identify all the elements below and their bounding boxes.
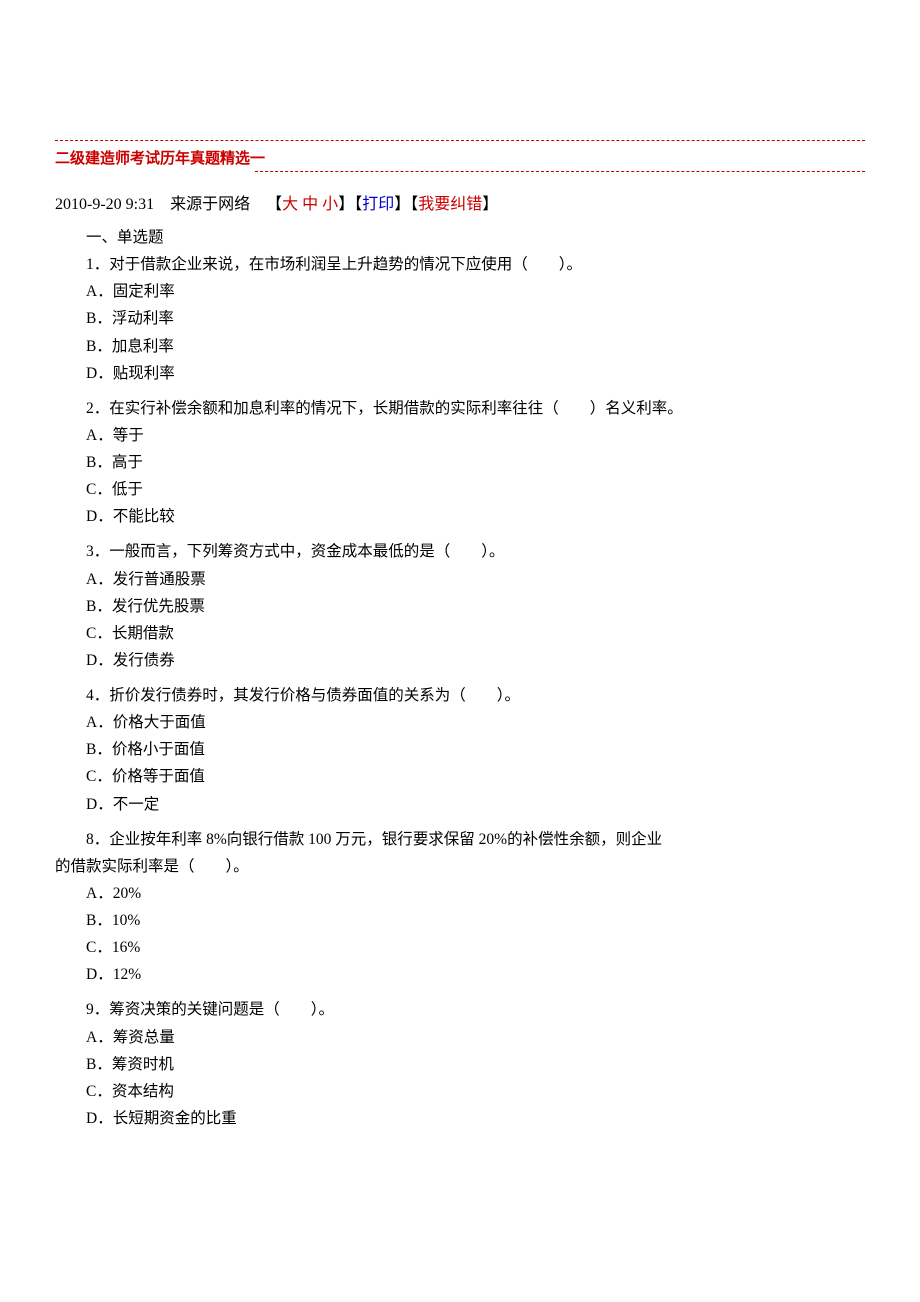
question-stem: 3．一般而言，下列筹资方式中，资金成本最低的是（ ）。: [55, 538, 865, 565]
correction-link[interactable]: 我要纠错: [418, 196, 482, 213]
question-option: D．12%: [55, 961, 865, 988]
font-size-group: 【大 中 小】: [266, 196, 354, 213]
question-stem-cont: 的借款实际利率是（ ）。: [55, 853, 865, 880]
question-stem: 2．在实行补偿余额和加息利率的情况下，长期借款的实际利率往往（ ）名义利率。: [55, 395, 865, 422]
meta-source: 来源于网络: [170, 196, 250, 213]
question-option: C．价格等于面值: [55, 763, 865, 790]
question-option: A．等于: [55, 422, 865, 449]
title-block: 二级建造师考试历年真题精选一: [55, 140, 865, 172]
question-option: A．价格大于面值: [55, 709, 865, 736]
question-option: C．资本结构: [55, 1078, 865, 1105]
question-option: C．低于: [55, 476, 865, 503]
font-size-large[interactable]: 大: [282, 196, 298, 213]
question-stem: 9．筹资决策的关键问题是（ ）。: [55, 996, 865, 1023]
question-option: B．高于: [55, 449, 865, 476]
section-heading: 一、单选题: [55, 224, 865, 251]
font-size-medium[interactable]: 中: [302, 196, 318, 213]
correction-group: 【我要纠错】: [410, 196, 498, 213]
question-option: A．发行普通股票: [55, 566, 865, 593]
question-stem: 8．企业按年利率 8%向银行借款 100 万元，银行要求保留 20%的补偿性余额…: [55, 826, 865, 853]
question-option: A．20%: [55, 880, 865, 907]
question-option: C．长期借款: [55, 620, 865, 647]
question-stem: 1．对于借款企业来说，在市场利润呈上升趋势的情况下应使用（ ）。: [55, 251, 865, 278]
question-option: D．不能比较: [55, 503, 865, 530]
question-stem: 4．折价发行债券时，其发行价格与债券面值的关系为（ ）。: [55, 682, 865, 709]
question-option: D．贴现利率: [55, 360, 865, 387]
question-option: B．筹资时机: [55, 1051, 865, 1078]
meta-datetime: 2010-9-20 9:31: [55, 196, 154, 213]
meta-line: 2010-9-20 9:31 来源于网络 【大 中 小】【打印】【我要纠错】: [55, 190, 865, 214]
question-option: D．发行债券: [55, 647, 865, 674]
question-option: A．固定利率: [55, 278, 865, 305]
question-option: D．不一定: [55, 791, 865, 818]
font-size-small[interactable]: 小: [322, 196, 338, 213]
question-option: B．价格小于面值: [55, 736, 865, 763]
question-option: B．10%: [55, 907, 865, 934]
print-link[interactable]: 打印: [362, 196, 394, 213]
document-title: 二级建造师考试历年真题精选一: [55, 141, 265, 172]
question-option: A．筹资总量: [55, 1024, 865, 1051]
dashed-line-bottom: [255, 171, 865, 172]
question-option: B．浮动利率: [55, 305, 865, 332]
question-option: D．长短期资金的比重: [55, 1105, 865, 1132]
print-group: 【打印】: [354, 196, 410, 213]
question-option: C．16%: [55, 934, 865, 961]
question-option: B．加息利率: [55, 333, 865, 360]
content-body: 一、单选题 1．对于借款企业来说，在市场利润呈上升趋势的情况下应使用（ ）。 A…: [55, 224, 865, 1132]
question-option: B．发行优先股票: [55, 593, 865, 620]
document-page: 二级建造师考试历年真题精选一 2010-9-20 9:31 来源于网络 【大 中…: [0, 0, 920, 1192]
